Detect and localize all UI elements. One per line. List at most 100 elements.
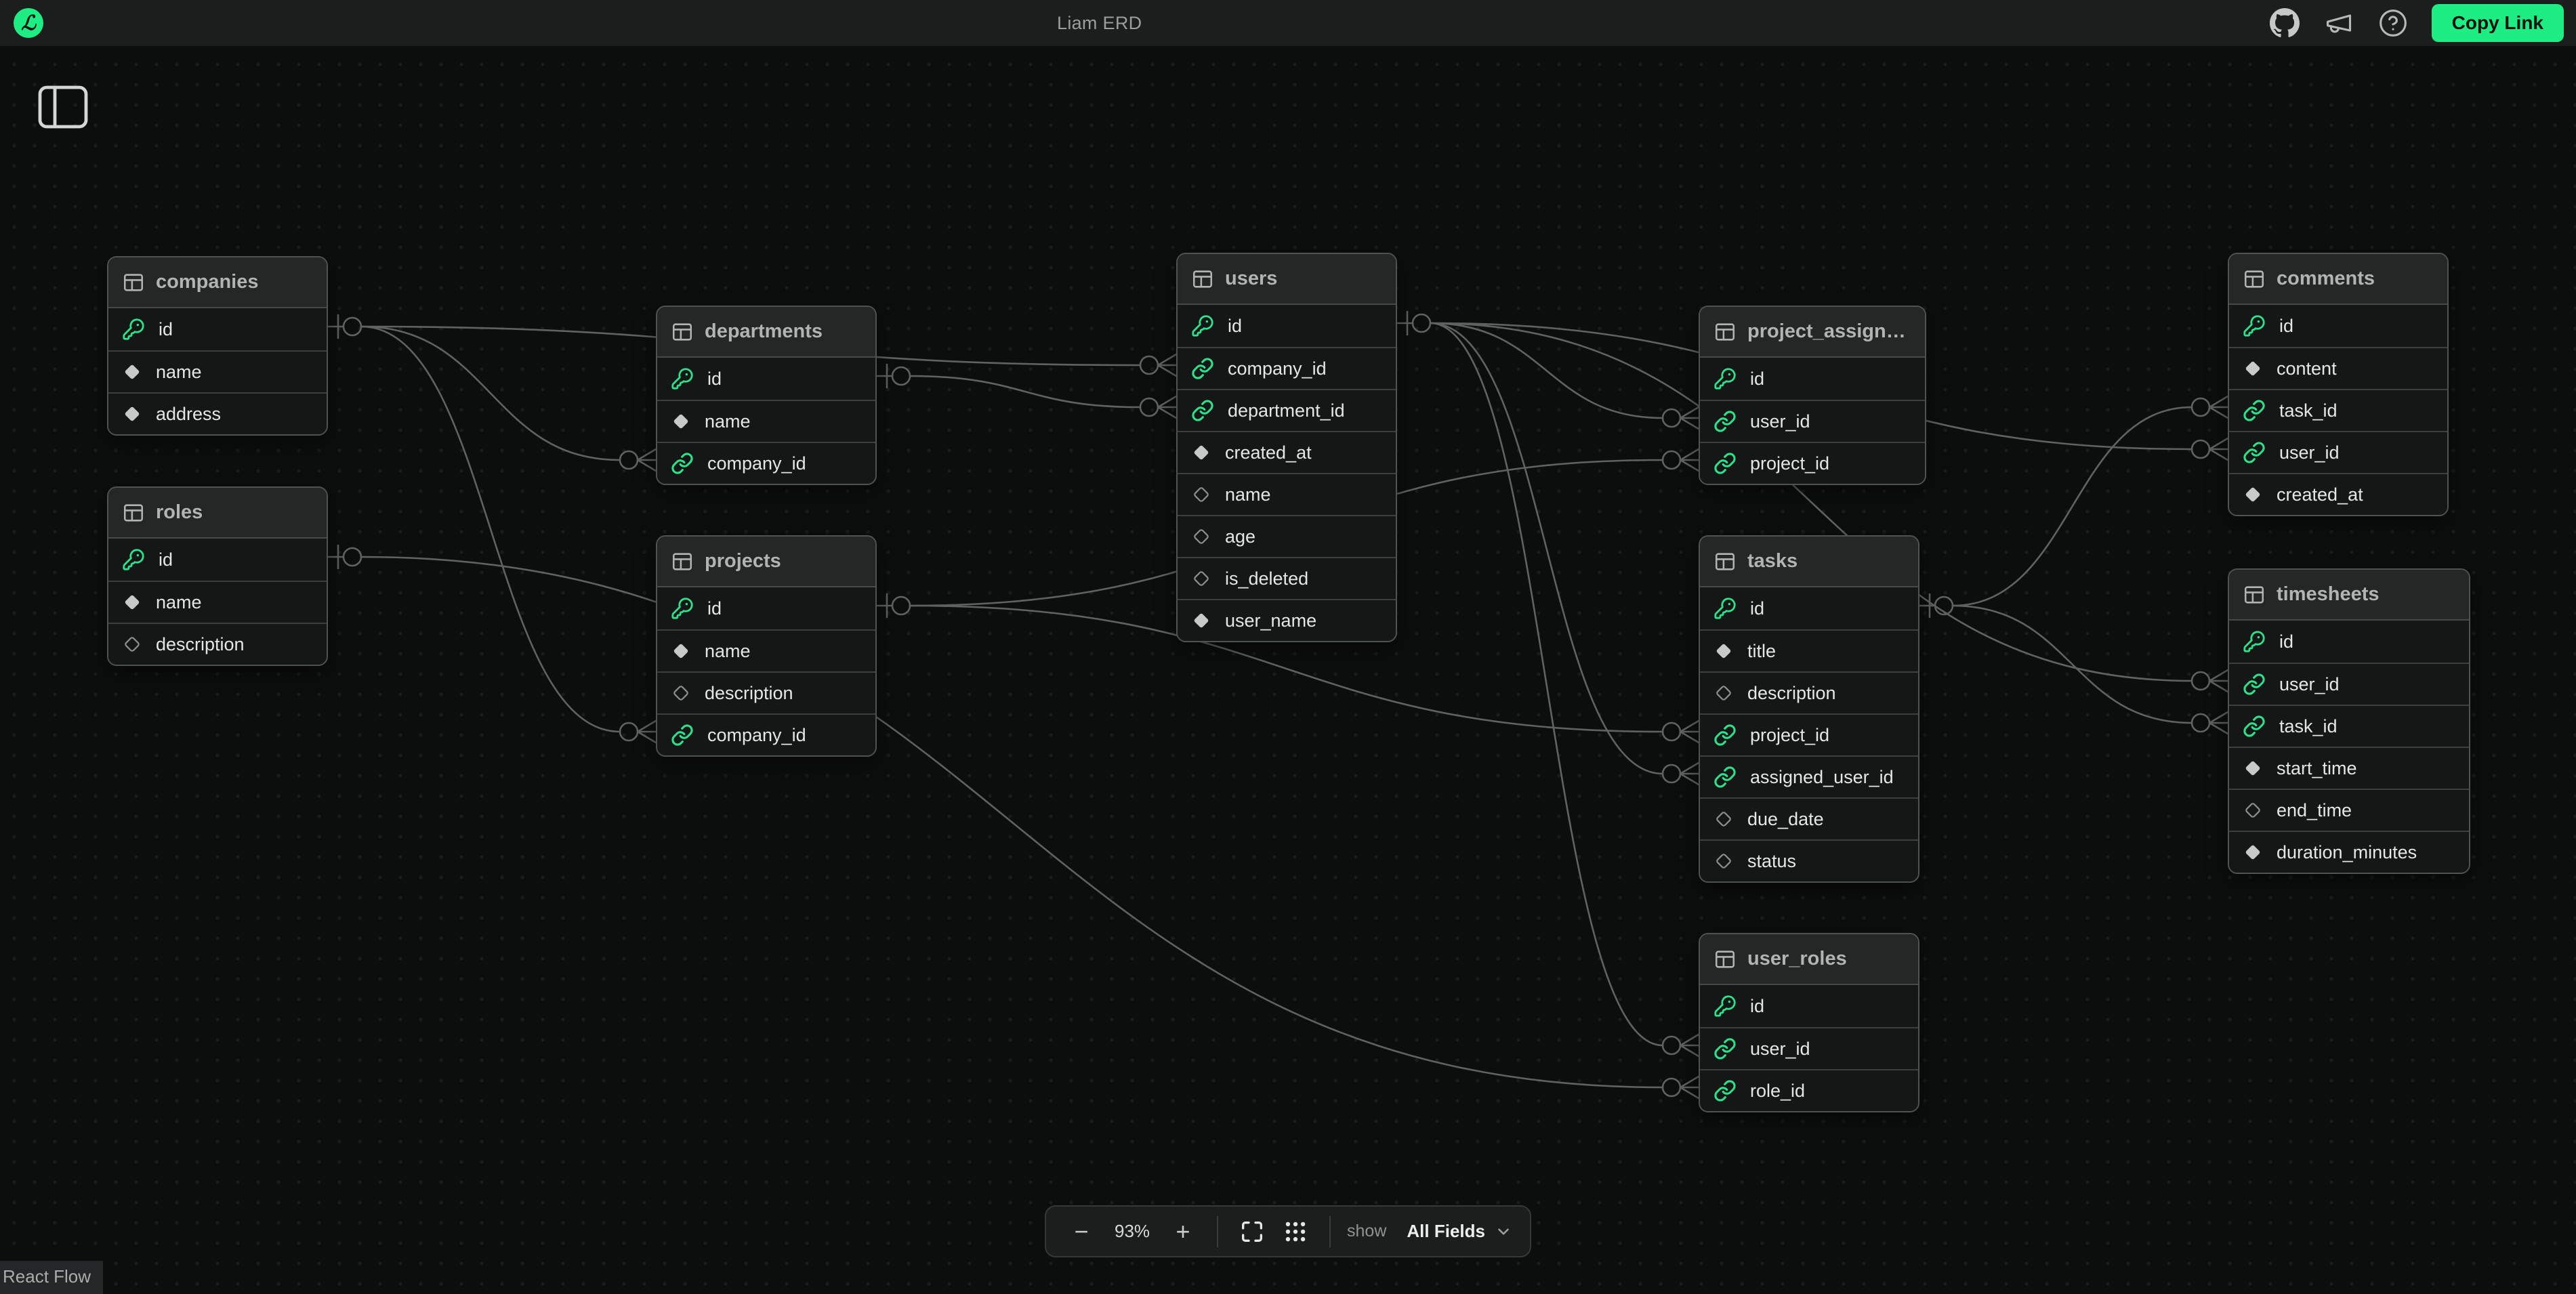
table-node-companies[interactable]: companies id name address <box>107 256 328 436</box>
column-row-tasks-assigned_user_id[interactable]: assigned_user_id <box>1700 755 1918 797</box>
fit-view-button[interactable] <box>1234 1214 1270 1249</box>
column-row-tasks-description[interactable]: description <box>1700 671 1918 713</box>
column-row-comments-content[interactable]: content <box>2229 347 2447 389</box>
column-row-companies-id[interactable]: id <box>108 308 327 350</box>
column-row-timesheets-start_time[interactable]: start_time <box>2229 747 2469 789</box>
column-row-timesheets-task_id[interactable]: task_id <box>2229 705 2469 747</box>
primary-key-icon <box>2243 630 2266 653</box>
fields-filter-dropdown[interactable]: All Fields <box>1407 1221 1512 1242</box>
announcements-megaphone-icon[interactable] <box>2323 7 2354 39</box>
not-null-diamond-icon <box>122 404 142 424</box>
table-header[interactable]: roles <box>108 488 327 539</box>
table-header[interactable]: comments <box>2229 254 2447 305</box>
column-row-projects-company_id[interactable]: company_id <box>657 713 875 755</box>
column-row-comments-task_id[interactable]: task_id <box>2229 389 2447 431</box>
table-node-projects[interactable]: projects id name description company_id <box>656 535 877 757</box>
column-row-projects-name[interactable]: name <box>657 629 875 671</box>
column-name: description <box>156 634 245 655</box>
zoom-out-button[interactable]: − <box>1064 1214 1099 1249</box>
column-row-timesheets-end_time[interactable]: end_time <box>2229 789 2469 831</box>
column-row-projects-id[interactable]: id <box>657 587 875 629</box>
table-header[interactable]: project_assignme... <box>1700 307 1925 358</box>
column-row-comments-created_at[interactable]: created_at <box>2229 473 2447 515</box>
column-row-roles-name[interactable]: name <box>108 581 327 623</box>
primary-key-icon <box>1713 995 1737 1018</box>
table-header[interactable]: tasks <box>1700 537 1918 587</box>
column-row-departments-id[interactable]: id <box>657 358 875 400</box>
diagram-canvas[interactable] <box>0 46 2576 1294</box>
table-node-users[interactable]: users id company_id department_id create… <box>1176 253 1397 642</box>
foreign-key-link-icon <box>1713 410 1737 433</box>
table-columns: id content task_id user_id created_at <box>2229 305 2447 515</box>
table-header[interactable]: projects <box>657 537 875 587</box>
column-row-users-id[interactable]: id <box>1178 305 1396 347</box>
column-row-users-company_id[interactable]: company_id <box>1178 347 1396 389</box>
column-row-users-age[interactable]: age <box>1178 515 1396 557</box>
column-row-tasks-id[interactable]: id <box>1700 587 1918 629</box>
table-node-timesheets[interactable]: timesheets id user_id task_id start_time… <box>2228 568 2470 874</box>
table-node-tasks[interactable]: tasks id title description project_id as… <box>1699 535 1919 883</box>
table-header[interactable]: timesheets <box>2229 570 2469 621</box>
not-null-diamond-icon <box>1191 442 1211 463</box>
column-row-projects-description[interactable]: description <box>657 671 875 713</box>
help-icon[interactable] <box>2377 7 2409 39</box>
column-row-users-department_id[interactable]: department_id <box>1178 389 1396 431</box>
column-row-timesheets-duration_minutes[interactable]: duration_minutes <box>2229 831 2469 873</box>
column-name: assigned_user_id <box>1750 767 1894 788</box>
column-row-timesheets-id[interactable]: id <box>2229 621 2469 663</box>
column-row-comments-user_id[interactable]: user_id <box>2229 431 2447 473</box>
column-row-tasks-project_id[interactable]: project_id <box>1700 713 1918 755</box>
column-row-timesheets-user_id[interactable]: user_id <box>2229 663 2469 705</box>
fields-filter-value: All Fields <box>1407 1221 1485 1242</box>
not-null-diamond-icon <box>122 362 142 382</box>
table-node-comments[interactable]: comments id content task_id user_id crea… <box>2228 253 2449 516</box>
tidy-up-grid-button[interactable] <box>1278 1214 1313 1249</box>
primary-key-icon <box>1713 367 1737 390</box>
table-header[interactable]: users <box>1178 254 1396 305</box>
table-columns: id name description <box>108 539 327 665</box>
react-flow-attribution[interactable]: React Flow <box>0 1261 103 1294</box>
column-row-comments-id[interactable]: id <box>2229 305 2447 347</box>
table-header[interactable]: departments <box>657 307 875 358</box>
column-row-departments-name[interactable]: name <box>657 400 875 442</box>
sidebar-toggle-button[interactable] <box>33 79 94 135</box>
page-title: Liam ERD <box>1057 0 1142 46</box>
table-node-user_roles[interactable]: user_roles id user_id role_id <box>1699 933 1919 1112</box>
column-row-companies-address[interactable]: address <box>108 392 327 434</box>
column-row-project_assignments-project_id[interactable]: project_id <box>1700 442 1925 484</box>
column-row-departments-company_id[interactable]: company_id <box>657 442 875 484</box>
table-node-project_assignments[interactable]: project_assignme... id user_id project_i… <box>1699 306 1926 485</box>
column-row-companies-name[interactable]: name <box>108 350 327 392</box>
foreign-key-link-icon <box>2243 399 2266 422</box>
zoom-in-button[interactable]: + <box>1165 1214 1201 1249</box>
copy-link-button[interactable]: Copy Link <box>2432 4 2564 42</box>
column-row-users-created_at[interactable]: created_at <box>1178 431 1396 473</box>
column-row-user_roles-user_id[interactable]: user_id <box>1700 1027 1918 1069</box>
column-row-roles-id[interactable]: id <box>108 539 327 581</box>
column-row-users-name[interactable]: name <box>1178 473 1396 515</box>
nullable-diamond-icon <box>2243 800 2263 820</box>
table-name: departments <box>705 320 823 343</box>
table-columns: id title description project_id assigned… <box>1700 587 1918 881</box>
table-node-roles[interactable]: roles id name description <box>107 486 328 666</box>
column-row-users-is_deleted[interactable]: is_deleted <box>1178 557 1396 599</box>
column-row-project_assignments-id[interactable]: id <box>1700 358 1925 400</box>
column-row-roles-description[interactable]: description <box>108 623 327 665</box>
not-null-diamond-icon <box>2243 484 2263 505</box>
column-row-tasks-due_date[interactable]: due_date <box>1700 797 1918 839</box>
column-row-project_assignments-user_id[interactable]: user_id <box>1700 400 1925 442</box>
primary-key-icon <box>1191 314 1214 337</box>
table-header[interactable]: companies <box>108 257 327 308</box>
column-row-user_roles-id[interactable]: id <box>1700 985 1918 1027</box>
column-row-users-user_name[interactable]: user_name <box>1178 599 1396 641</box>
column-row-user_roles-role_id[interactable]: role_id <box>1700 1069 1918 1111</box>
table-icon <box>122 271 145 294</box>
github-icon[interactable] <box>2269 7 2300 39</box>
liam-logo[interactable]: ℒ <box>14 8 43 38</box>
foreign-key-link-icon <box>671 724 694 747</box>
column-row-tasks-status[interactable]: status <box>1700 839 1918 881</box>
table-header[interactable]: user_roles <box>1700 934 1918 985</box>
column-row-tasks-title[interactable]: title <box>1700 629 1918 671</box>
primary-key-icon <box>122 318 145 341</box>
table-node-departments[interactable]: departments id name company_id <box>656 306 877 485</box>
